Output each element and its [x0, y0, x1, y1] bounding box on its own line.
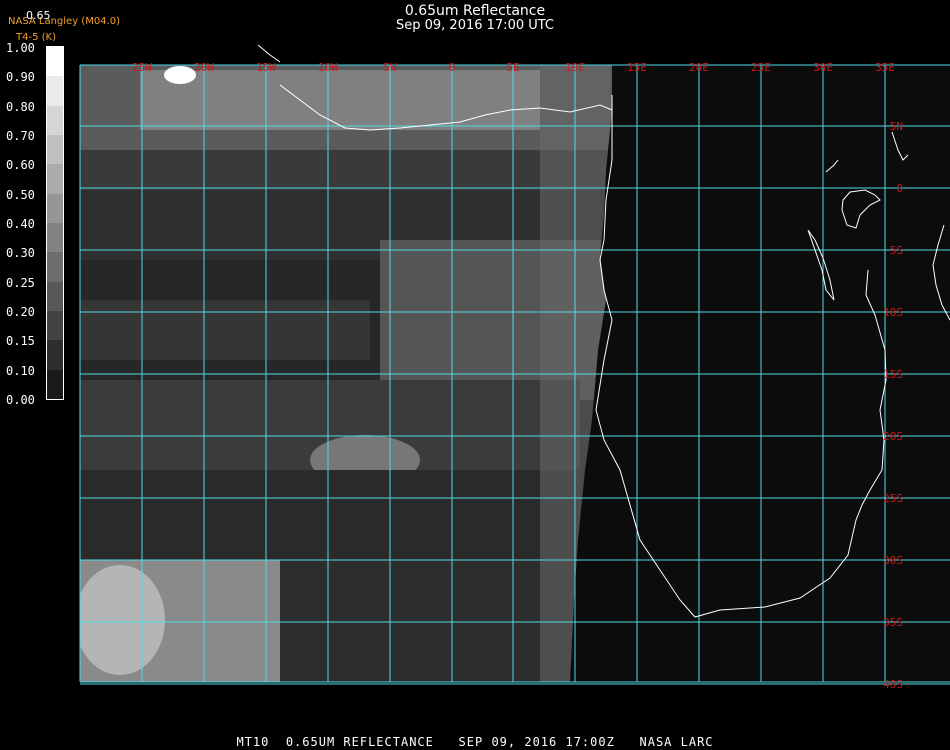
latitude-label: 10S — [883, 306, 903, 319]
latitude-label: 25S — [883, 492, 903, 505]
latitude-label: 20S — [883, 430, 903, 443]
longitude-label: 20E — [689, 61, 709, 74]
legend-color-band — [47, 281, 63, 311]
coordinate-labels: 25W 20W 15W 10W 5W 0 5E 10E 15E 20E 25E 30E 35E 5N 0 5S… — [132, 61, 903, 691]
longitude-label: 15E — [627, 61, 647, 74]
longitude-label: 25E — [751, 61, 771, 74]
legend-tick-label: 0.70 — [6, 129, 35, 143]
longitude-label: 10W — [318, 61, 338, 74]
legend-color-band — [47, 105, 63, 135]
legend-color-band — [47, 222, 63, 253]
legend-tick-label: 0.15 — [6, 334, 35, 348]
credit-label: NASA Langley (M04.0) — [8, 16, 120, 27]
legend-color-band — [47, 164, 63, 194]
legend-color-band — [47, 76, 63, 106]
legend-tick-label: 0.80 — [6, 100, 35, 114]
chart-timestamp: Sep 09, 2016 17:00 UTC — [395, 18, 555, 33]
longitude-label: 5E — [506, 61, 519, 74]
legend-color-band — [47, 369, 63, 399]
legend-tick-label: 0.40 — [6, 217, 35, 231]
footer-caption: MT10 0.65UM REFLECTANCE SEP 09, 2016 17:… — [236, 735, 714, 749]
legend-tick-label: 0.10 — [6, 364, 35, 378]
latitude-label: 40S — [883, 678, 903, 691]
legend-tick-label: 0.00 — [6, 393, 35, 407]
longitude-label: 35E — [875, 61, 895, 74]
latitude-label: 0 — [896, 182, 903, 195]
latitude-label: 15S — [883, 368, 903, 381]
legend-tick-label: 1.00 — [6, 41, 35, 55]
latitude-label: 35S — [883, 616, 903, 629]
legend-tick-label: 0.30 — [6, 246, 35, 260]
legend-color-band — [47, 47, 63, 77]
legend-color-band — [47, 193, 63, 223]
legend-tick-label: 0.50 — [6, 188, 35, 202]
longitude-label: 15W — [256, 61, 276, 74]
legend-tick-label: 0.90 — [6, 70, 35, 84]
legend-color-band — [47, 252, 63, 282]
longitude-label: 20W — [194, 61, 214, 74]
legend-tick-label: 0.60 — [6, 158, 35, 172]
longitude-label: 5W — [383, 61, 397, 74]
legend-tick-label: 0.25 — [6, 276, 35, 290]
legend-color-band — [47, 310, 63, 341]
longitude-label: 30E — [813, 61, 833, 74]
chart-title: 0.65um Reflectance — [404, 3, 546, 19]
legend-colorbar — [46, 46, 64, 400]
legend-color-band — [47, 134, 63, 165]
latitude-label: 30S — [883, 554, 903, 567]
legend-title: 0.65 — [26, 9, 51, 22]
latitude-label: 5N — [890, 120, 903, 133]
legend-tick-label: 0.20 — [6, 305, 35, 319]
longitude-label: 25W — [132, 61, 152, 74]
longitude-label: 0 — [449, 61, 456, 74]
legend-color-band — [47, 340, 63, 370]
latitude-label: 5S — [890, 244, 903, 257]
longitude-label: 10E — [565, 61, 585, 74]
